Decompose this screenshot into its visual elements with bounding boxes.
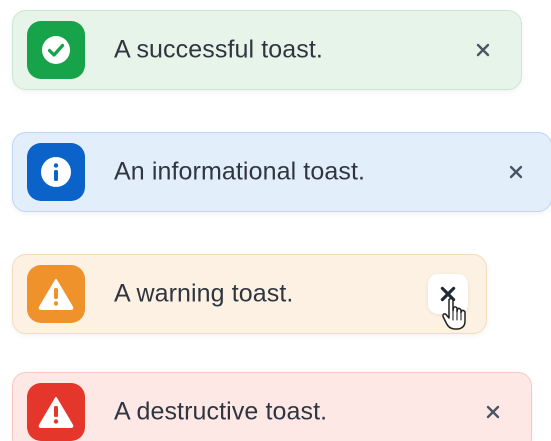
close-icon: [486, 405, 500, 419]
close-button[interactable]: [463, 30, 503, 70]
toast-message: An informational toast.: [114, 157, 366, 186]
success-badge: [27, 21, 85, 79]
info-badge: [27, 143, 85, 201]
close-button[interactable]: [496, 152, 536, 192]
toast-warning: A warning toast.: [12, 254, 487, 334]
toast-destructive: A destructive toast.: [12, 372, 532, 441]
check-circle-icon: [42, 36, 70, 64]
close-icon: [509, 165, 523, 179]
toast-info: An informational toast.: [12, 132, 551, 212]
close-button[interactable]: [473, 392, 513, 432]
info-circle-icon: [41, 157, 71, 187]
close-icon: [476, 43, 490, 57]
toast-showcase: A successful toast. An informational toa…: [0, 0, 551, 441]
toast-message: A successful toast.: [114, 35, 323, 64]
close-button[interactable]: [428, 274, 468, 314]
warning-triangle-icon: [38, 279, 74, 310]
destructive-badge: [27, 383, 85, 441]
toast-message: A warning toast.: [114, 279, 294, 308]
warning-badge: [27, 265, 85, 323]
toast-message: A destructive toast.: [114, 397, 328, 426]
toast-success: A successful toast.: [12, 10, 522, 90]
warning-triangle-icon: [38, 397, 74, 428]
close-icon: [440, 286, 456, 302]
